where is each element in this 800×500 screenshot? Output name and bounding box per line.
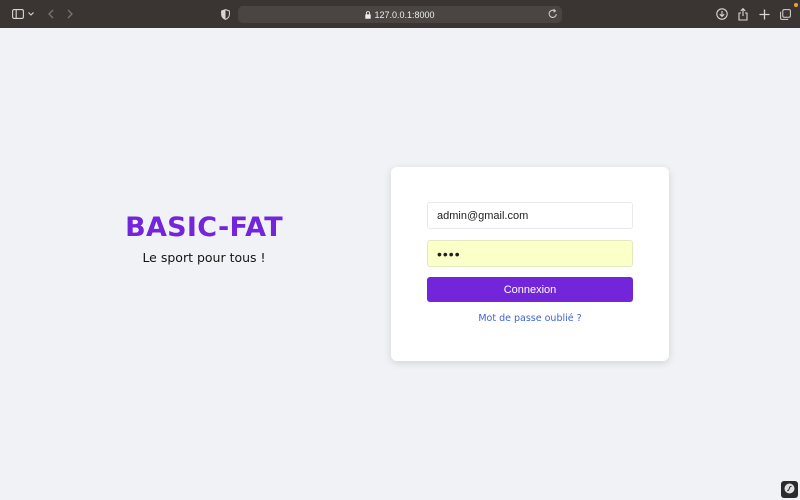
downloads-button[interactable]	[714, 5, 730, 23]
email-field[interactable]	[427, 202, 633, 229]
share-icon	[738, 7, 748, 21]
notification-dot	[794, 3, 798, 7]
new-tab-button[interactable]	[757, 5, 771, 23]
lock-icon	[365, 10, 372, 19]
forward-button[interactable]	[63, 5, 77, 23]
chevron-down-icon	[28, 12, 34, 16]
browser-toolbar: 127.0.0.1:8000	[0, 0, 800, 28]
debug-logo-icon	[784, 481, 795, 499]
sidebar-toggle-button[interactable]	[10, 5, 36, 23]
tab-overview-button[interactable]	[778, 5, 792, 23]
brand-tagline: Le sport pour tous !	[142, 250, 266, 265]
forgot-password-link[interactable]: Mot de passe oublié ?	[427, 313, 633, 324]
tabs-overview-icon	[779, 8, 791, 20]
sidebar-icon	[12, 9, 24, 19]
forward-arrow-icon	[67, 9, 73, 19]
plus-icon	[759, 9, 770, 20]
address-bar[interactable]: 127.0.0.1:8000	[238, 6, 562, 23]
login-card: Connexion Mot de passe oublié ?	[391, 167, 669, 361]
login-button[interactable]: Connexion	[427, 277, 633, 302]
back-arrow-icon	[48, 9, 54, 19]
address-bar-url: 127.0.0.1:8000	[374, 9, 435, 20]
password-field[interactable]	[427, 240, 633, 267]
brand-title: BASIC-FAT	[125, 212, 283, 243]
brand-block: BASIC-FAT Le sport pour tous !	[104, 212, 304, 265]
download-icon	[716, 8, 728, 20]
share-button[interactable]	[736, 5, 750, 23]
back-button[interactable]	[44, 5, 58, 23]
shield-icon	[220, 8, 230, 20]
debug-toolbar-button[interactable]	[781, 481, 798, 498]
privacy-report-button[interactable]	[218, 5, 232, 23]
reload-icon[interactable]	[548, 8, 558, 21]
